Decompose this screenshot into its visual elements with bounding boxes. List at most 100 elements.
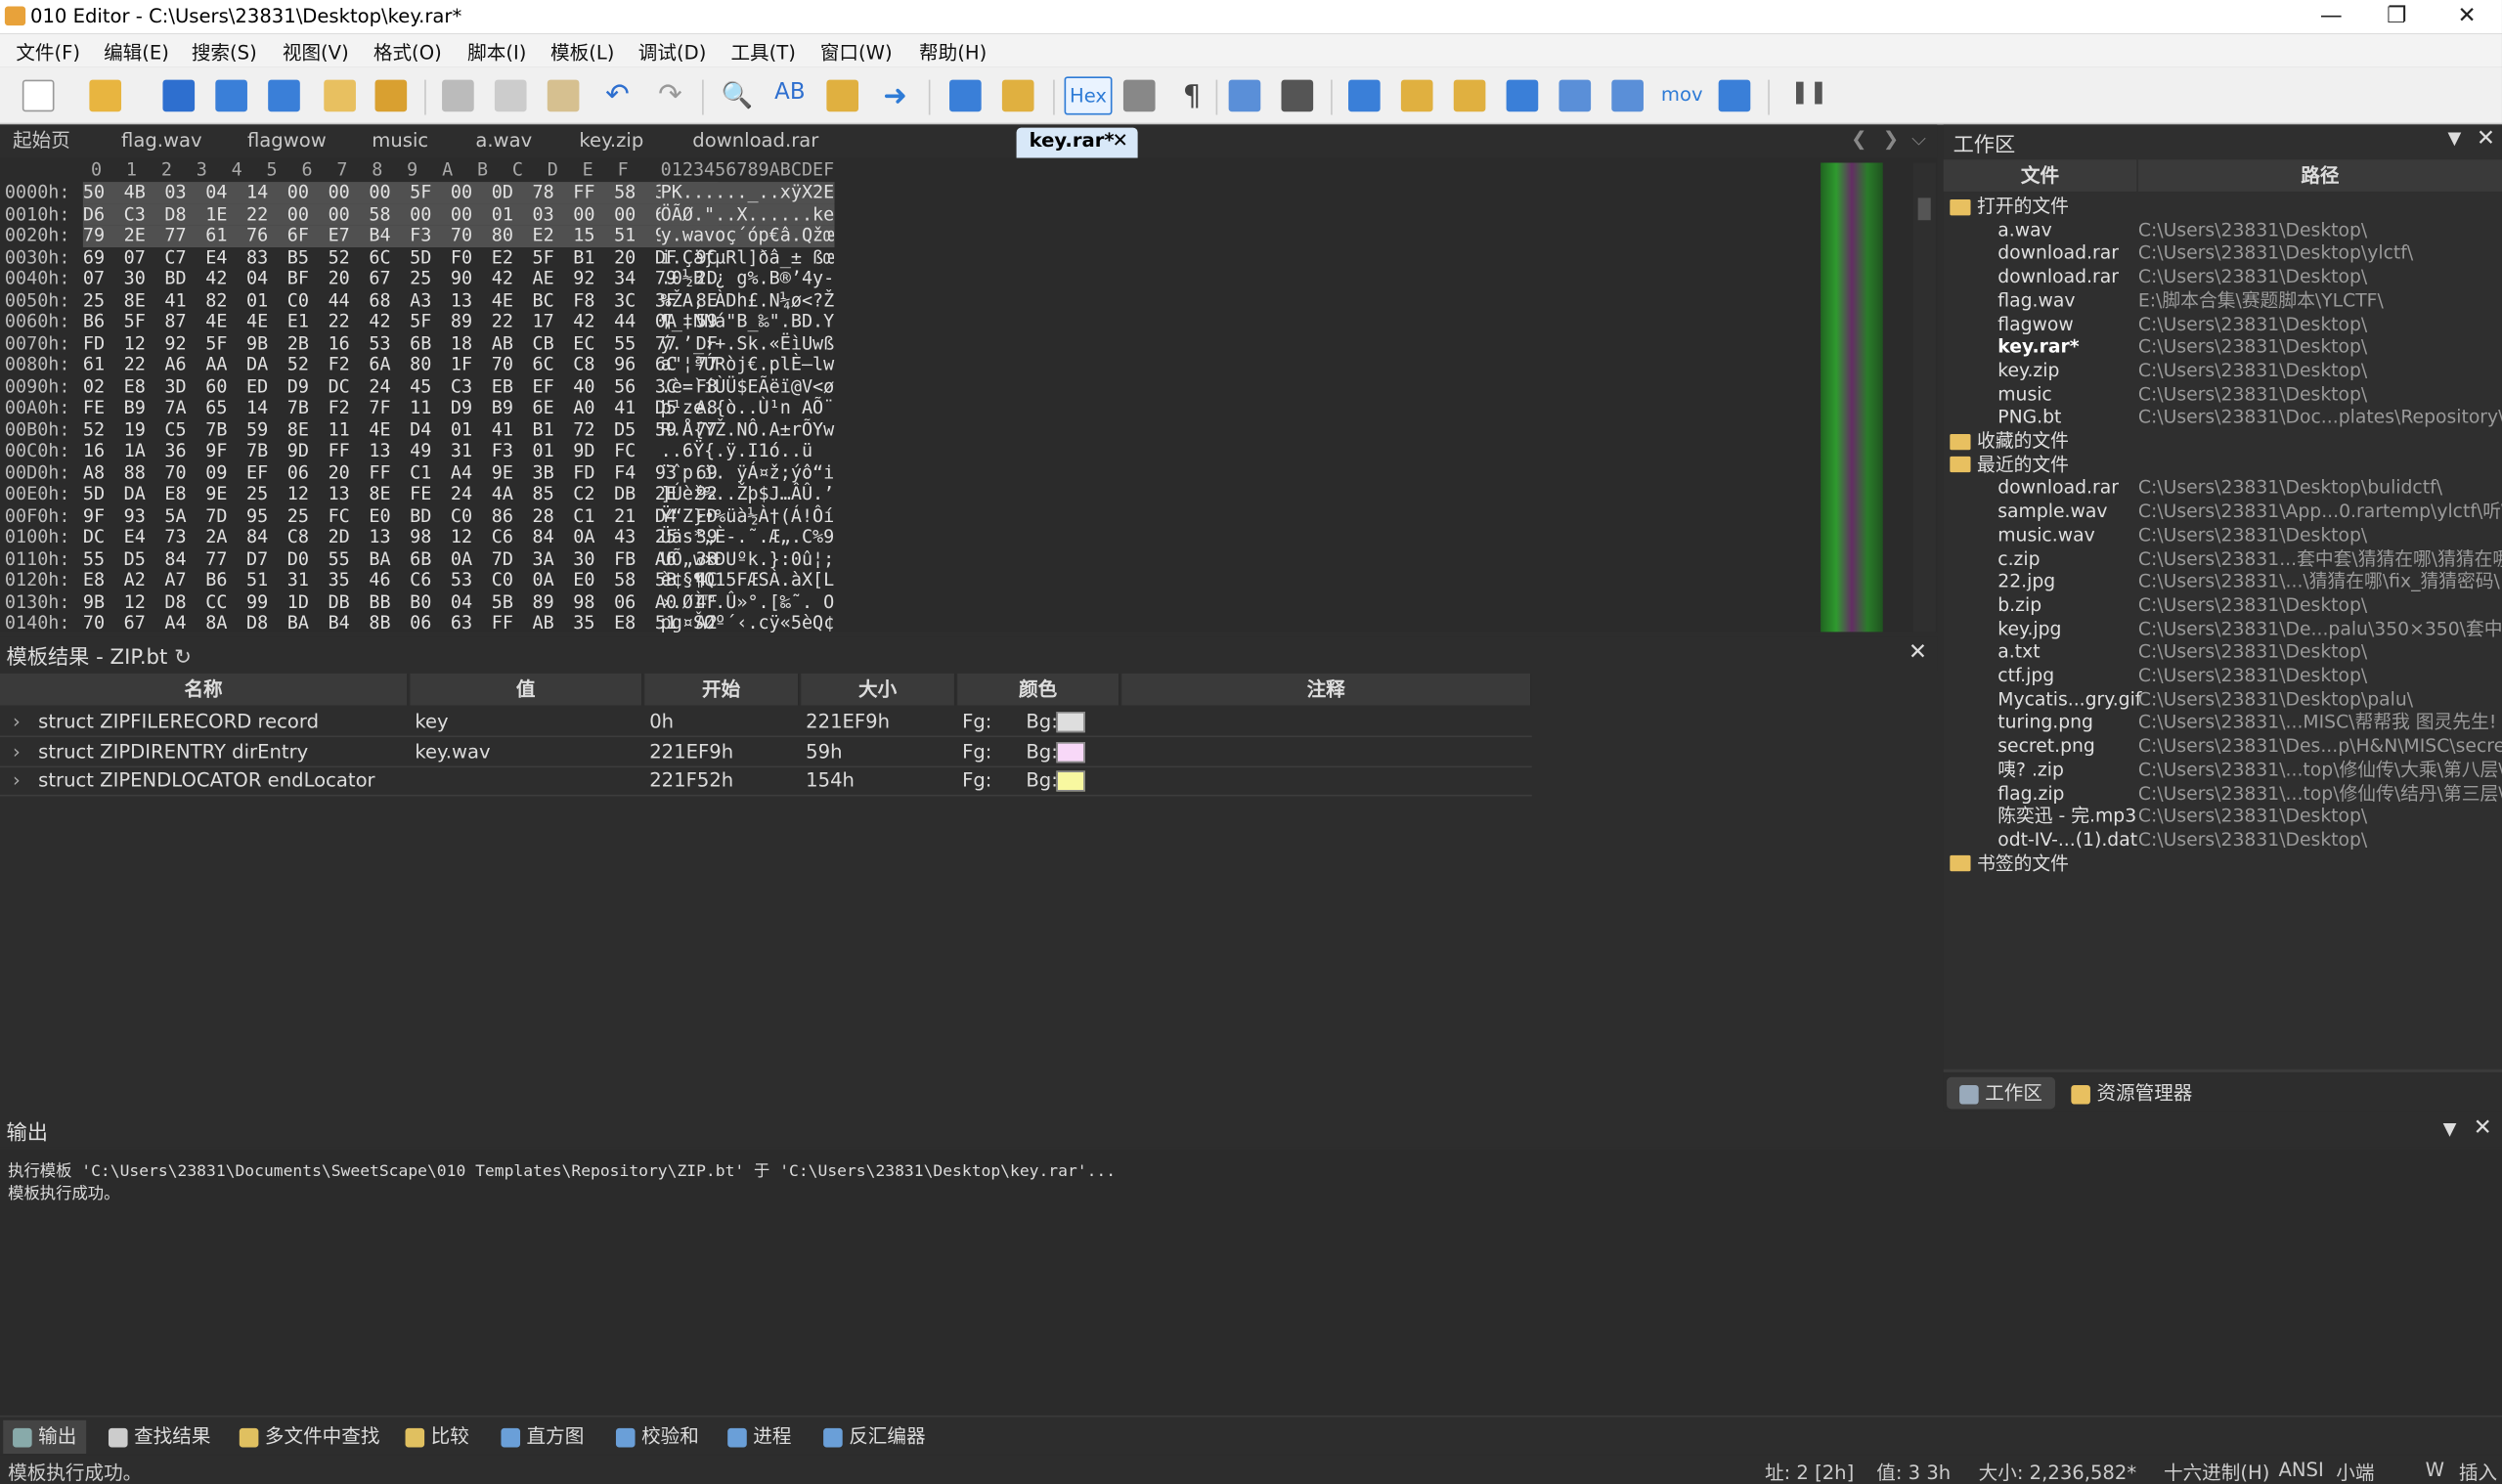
cut-icon[interactable] <box>442 79 474 112</box>
hex-mode-button[interactable]: Hex <box>1064 76 1113 115</box>
hex-ascii[interactable]: .0½B.¿ g%.B®’4y- <box>661 268 835 289</box>
workspace-file-item[interactable]: flagwow C:\Users\23831\Desktop\ <box>1944 312 2502 335</box>
close-window-button[interactable]: ✕ <box>2451 3 2483 28</box>
tab-flagwow[interactable]: flagwow <box>247 128 327 158</box>
hex-ascii[interactable]: %ŽA‚.ÀDh£.N¼ø<?Ž <box>661 289 835 311</box>
status-insert[interactable]: 插入 <box>2459 1459 2497 1484</box>
hex-row[interactable]: 00E0h: 5D DA E8 9E 25 12 13 8E FE 24 4A 8… <box>0 484 1819 505</box>
menu-template[interactable]: 模板(L) <box>550 38 614 65</box>
hex-bytes[interactable]: 25 8E 41 82 01 C0 44 68 A3 13 4E BC F8 3… <box>83 289 718 311</box>
col-comment[interactable]: 注释 <box>1121 673 1532 706</box>
hex-ascii[interactable]: PK......_..xÿX2E <box>660 182 835 204</box>
menu-window[interactable]: 窗口(W) <box>820 38 893 65</box>
hex-bytes[interactable]: 79 2E 77 61 76 6F E7 B4 F3 70 80 E2 15 5… <box>82 225 718 247</box>
workspace-file-item[interactable]: key.rar* C:\Users\23831\Desktop\ <box>1944 335 2502 359</box>
workspace-file-item[interactable]: 陈奕迅 - 完.mp3 C:\Users\23831\Desktop\ <box>1944 805 2502 828</box>
copy-icon[interactable] <box>494 79 527 112</box>
template-row[interactable]: › struct ZIPDIRENTRY dirEntry key.wav 221EF… <box>0 736 1532 767</box>
hex-row[interactable]: 0090h: 02 E8 3D 60 ED D9 DC 24 45 C3 EB E… <box>0 375 1819 397</box>
hex-bytes[interactable]: 61 22 A6 AA DA 52 F2 6A 80 1F 70 6C C8 9… <box>83 354 718 375</box>
workspace-file-item[interactable]: download.rar C:\Users\23831\Desktop\ <box>1944 265 2502 288</box>
hex-ascii[interactable]: a"¦ªÚRòj€.plÈ–lw <box>661 354 835 375</box>
hex-bytes[interactable]: DC E4 73 2A 84 C8 2D 13 98 12 C6 84 0A 4… <box>83 527 718 548</box>
close-template-panel-icon[interactable]: ✕ <box>1909 640 1927 666</box>
workspace-file-item[interactable]: 22.jpg C:\Users\23831\...\猜猜在哪\fix_猜猜密码\ <box>1944 570 2502 593</box>
workspace-file-item[interactable]: odt-IV-...(1).dat C:\Users\23831\Desktop\ <box>1944 828 2502 851</box>
expand-chevron-icon[interactable]: › <box>13 766 21 797</box>
tab-explorer[interactable]: 资源管理器 <box>2058 1077 2205 1110</box>
hex-ascii[interactable]: þ¹ze.{ò..Ù¹n AÕ¨ <box>661 397 835 418</box>
hex-row[interactable]: 00D0h: A8 88 70 09 EF 06 20 FF C1 A4 9E 3… <box>0 462 1819 484</box>
checksum-ok-icon[interactable] <box>1611 79 1644 112</box>
scroll-thumb[interactable] <box>1917 197 1931 221</box>
hex-bytes[interactable]: E8 A2 A7 B6 51 31 35 46 C6 53 C0 0A E0 5… <box>83 570 718 591</box>
menu-debug[interactable]: 调试(D) <box>638 38 707 65</box>
hex-row[interactable]: 0130h: 9B 12 D8 CC 99 1D DB BB B0 04 5B 8… <box>0 591 1819 613</box>
hex-row[interactable]: 0110h: 55 D5 84 77 D7 D0 55 BA 6B 0A 7D 3… <box>0 548 1819 570</box>
base-convert-icon[interactable] <box>1718 79 1751 112</box>
hex-bytes[interactable]: 07 30 BD 42 04 BF 20 67 25 90 42 AE 92 3… <box>83 268 718 289</box>
hex-ascii[interactable]: y.wavoç´óp€â.Qžœ <box>660 225 835 247</box>
menu-search[interactable]: 搜索(S) <box>192 38 257 65</box>
workspace-file-item[interactable]: download.rar C:\Users\23831\Desktop\bulid… <box>1944 476 2502 500</box>
hex-ascii[interactable]: ]Úèž%..Žþ$J…ÂÛ.’ <box>661 484 835 505</box>
tab-output[interactable]: 输出 <box>3 1419 87 1455</box>
tab-find-results[interactable]: 查找结果 <box>108 1420 210 1454</box>
open-file-icon[interactable] <box>89 79 122 112</box>
hex-bytes[interactable]: D6 C3 D8 1E 22 00 00 58 00 00 01 03 00 0… <box>82 203 718 226</box>
inspector-icon[interactable] <box>1400 79 1433 112</box>
hex-row[interactable]: 0040h: 07 30 BD 42 04 BF 20 67 25 90 42 A… <box>0 268 1819 289</box>
status-mode[interactable]: 十六进制(H) <box>2164 1459 2269 1484</box>
workspace-file-item[interactable]: flag.wav E:\脚本合集\赛题脚本\YLCTF\ <box>1944 288 2502 312</box>
tab-start-page[interactable]: 起始页 <box>13 128 70 158</box>
hex-ascii[interactable]: R.Å{YŽ.NÔ.A±rÕYw <box>661 418 835 440</box>
menu-view[interactable]: 视图(V) <box>283 38 349 65</box>
tab-a-wav[interactable]: a.wav <box>475 128 532 158</box>
redo-icon[interactable]: ↷ <box>654 79 686 112</box>
col-size[interactable]: 大小 <box>801 673 956 706</box>
new-file-icon[interactable] <box>22 79 55 112</box>
tab-list-icon[interactable]: ⌵ <box>1911 128 1926 152</box>
hex-row[interactable]: 0050h: 25 8E 41 82 01 C0 44 68 A3 13 4E B… <box>0 289 1819 311</box>
hex-bytes[interactable]: 5D DA E8 9E 25 12 13 8E FE 24 4A 85 C2 D… <box>83 484 718 505</box>
workspace-file-item[interactable]: secret.png C:\Users\23831\Des...p\H&N\MIS… <box>1944 734 2502 758</box>
tab-workspace[interactable]: 工作区 <box>1947 1076 2056 1110</box>
ws-col-path[interactable]: 路径 <box>2137 159 2502 192</box>
workspace-file-item[interactable]: b.zip C:\Users\23831\Desktop\ <box>1944 593 2502 617</box>
status-encoding[interactable]: ANSI <box>2278 1459 2323 1481</box>
template-row[interactable]: › struct ZIPFILERECORD record key 0h 221EF9h… <box>0 707 1532 738</box>
hex-row[interactable]: 0140h: 70 67 A4 8A D8 BA B4 8B 06 63 FF A… <box>0 613 1819 634</box>
columns-icon[interactable] <box>1228 79 1261 112</box>
col-color[interactable]: 颜色 <box>957 673 1120 706</box>
hex-scrollbar[interactable] <box>1912 162 1936 633</box>
hex-row[interactable]: 00C0h: 16 1A 36 9F 7B 9D FF 13 49 31 F3 0… <box>0 441 1819 462</box>
bg-color-swatch[interactable] <box>1056 770 1085 792</box>
workspace-file-item[interactable]: flag.zip C:\Users\23831\...top\修仙传\结丹\第三层… <box>1944 781 2502 805</box>
hex-ascii[interactable]: Üäs*„È-.˜.Æ„.C%9 <box>661 527 835 548</box>
hex-bytes[interactable]: 55 D5 84 77 D7 D0 55 BA 6B 0A 7D 3A 30 F… <box>83 548 718 570</box>
hex-row[interactable]: 00B0h: 52 19 C5 7B 59 8E 11 4E D4 01 41 B… <box>0 418 1819 440</box>
hex-row[interactable]: 0100h: DC E4 73 2A 84 C8 2D 13 98 12 C6 8… <box>0 527 1819 548</box>
save-all-icon[interactable] <box>268 79 300 112</box>
expand-chevron-icon[interactable]: › <box>13 707 21 737</box>
run-template-icon[interactable] <box>1001 79 1034 112</box>
ws-col-file[interactable]: 文件 <box>1943 159 2137 192</box>
tab-compare[interactable]: 比较 <box>405 1420 469 1454</box>
hex-row[interactable]: 0020h: 79 2E 77 61 76 6F E7 B4 F3 70 80 E… <box>0 225 1819 247</box>
tab-checksum[interactable]: 校验和 <box>615 1420 699 1454</box>
hex-bytes[interactable]: 69 07 C7 E4 83 B5 52 6C 5D F0 E2 5F B1 2… <box>83 246 718 268</box>
tab-music[interactable]: music <box>372 128 428 158</box>
hex-row[interactable]: 0060h: B6 5F 87 4E 4E E1 22 42 5F 89 22 1… <box>0 311 1819 332</box>
expand-chevron-icon[interactable]: › <box>13 736 21 766</box>
col-name[interactable]: 名称 <box>0 673 409 706</box>
hex-row[interactable]: 0000h: 50 4B 03 04 14 00 00 00 5F 00 0D 7… <box>0 182 1819 204</box>
workspace-file-item[interactable]: download.rar C:\Users\23831\Desktop\ylctf… <box>1944 241 2502 265</box>
tab-prev-icon[interactable]: ❮ <box>1851 128 1866 151</box>
hex-bytes[interactable]: 52 19 C5 7B 59 8E 11 4E D4 01 41 B1 72 D… <box>83 418 718 440</box>
hex-ascii[interactable]: ..6Ÿ{.ÿ.I1ó..ü <box>661 441 812 462</box>
hex-row[interactable]: 0070h: FD 12 92 5F 9B 2B 16 53 6B 18 AB C… <box>0 332 1819 354</box>
menu-tools[interactable]: 工具(T) <box>730 38 795 65</box>
col-start[interactable]: 开始 <box>644 673 800 706</box>
hex-bytes[interactable]: 50 4B 03 04 14 00 00 00 5F 00 0D 78 FF 5… <box>82 182 718 204</box>
byte-minimap[interactable] <box>1821 162 1883 633</box>
